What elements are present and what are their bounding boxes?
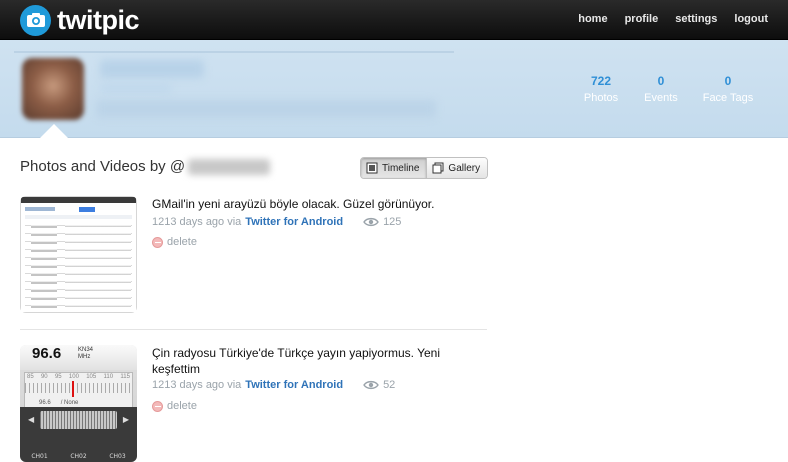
radio-screenshot-thumbnail: 96.6 KN34 MHz 85 90 95 100 105 110 115 9… (20, 345, 137, 462)
main-nav: home profile settings logout (561, 0, 768, 38)
profile-handle-redacted (100, 84, 172, 93)
stat-face-tags[interactable]: 0 Face Tags (693, 74, 763, 104)
top-navigation-bar: twitpic home profile settings logout (0, 0, 788, 40)
eye-icon (363, 380, 379, 390)
radio-scale: 85 90 95 100 105 110 115 96.6 / None (24, 372, 133, 410)
profile-banner: 722 Photos 0 Events 0 Face Tags (0, 40, 788, 138)
profile-name-redacted (100, 60, 204, 78)
radio-unit: MHz (78, 354, 91, 360)
view-count: 52 (363, 379, 395, 391)
avatar[interactable] (22, 58, 84, 120)
radio-frequency: 96.6 (32, 345, 62, 362)
banner-pointer (40, 124, 68, 138)
timeline-label: Timeline (382, 162, 420, 174)
profile-bio-redacted (96, 100, 436, 118)
client-link[interactable]: Twitter for Android (245, 379, 343, 391)
timeline-button[interactable]: Timeline (361, 158, 427, 178)
photo-age: 1213 days ago via (152, 216, 242, 228)
photo-age: 1213 days ago via (152, 379, 242, 391)
gallery-icon (432, 162, 444, 174)
gmail-screenshot-thumbnail (20, 196, 137, 313)
radio-prev-icon: ◀ (28, 415, 35, 424)
view-count-value: 52 (383, 379, 396, 391)
eye-icon (363, 217, 379, 227)
nav-logout-link[interactable]: logout (734, 13, 768, 25)
logo-text: twitpic (57, 4, 140, 35)
view-count-value: 125 (383, 216, 402, 228)
camera-icon (20, 4, 51, 36)
photo-meta: 1213 days ago via Twitter for Android 12… (152, 216, 401, 228)
delete-label: delete (167, 236, 197, 248)
list-item: 96.6 KN34 MHz 85 90 95 100 105 110 115 9… (20, 345, 487, 462)
client-link[interactable]: Twitter for Android (245, 216, 343, 228)
delete-label: delete (167, 400, 197, 412)
delete-button[interactable]: delete (152, 400, 197, 412)
page-title-text: Photos and Videos by @ (20, 158, 186, 175)
view-toggle: Timeline Gallery (360, 157, 489, 179)
nav-home-link[interactable]: home (578, 13, 607, 25)
gallery-label: Gallery (448, 162, 481, 174)
twitpic-logo[interactable]: twitpic (20, 3, 140, 37)
timeline-icon (366, 162, 378, 174)
radio-next-icon: ▶ (122, 415, 129, 424)
gallery-button[interactable]: Gallery (426, 158, 488, 178)
radio-dial (40, 411, 117, 429)
photo-thumbnail[interactable]: 96.6 KN34 MHz 85 90 95 100 105 110 115 9… (20, 345, 137, 462)
photo-caption[interactable]: Çin radyosu Türkiye'de Türkçe yayın yapi… (152, 345, 472, 377)
page-title: Photos and Videos by @ (20, 158, 271, 175)
face-tags-label: Face Tags (702, 92, 754, 104)
nav-settings-link[interactable]: settings (675, 13, 717, 25)
radio-band: KN34 (78, 347, 94, 353)
delete-button[interactable]: delete (152, 236, 197, 248)
photo-caption[interactable]: GMail'in yeni arayüzü böyle olacak. Güze… (152, 196, 472, 212)
banner-divider (14, 51, 454, 53)
list-item: GMail'in yeni arayüzü böyle olacak. Güze… (20, 196, 487, 330)
nav-profile-link[interactable]: profile (625, 13, 659, 25)
face-tags-count: 0 (724, 74, 732, 88)
events-count: 0 (657, 74, 665, 88)
view-count: 125 (363, 216, 401, 228)
stat-events[interactable]: 0 Events (626, 74, 696, 104)
username-redacted (188, 158, 271, 175)
photo-meta: 1213 days ago via Twitter for Android 52 (152, 379, 395, 391)
delete-icon (152, 400, 163, 412)
delete-icon (152, 236, 163, 248)
events-label: Events (644, 92, 678, 104)
photo-thumbnail[interactable] (20, 196, 137, 313)
